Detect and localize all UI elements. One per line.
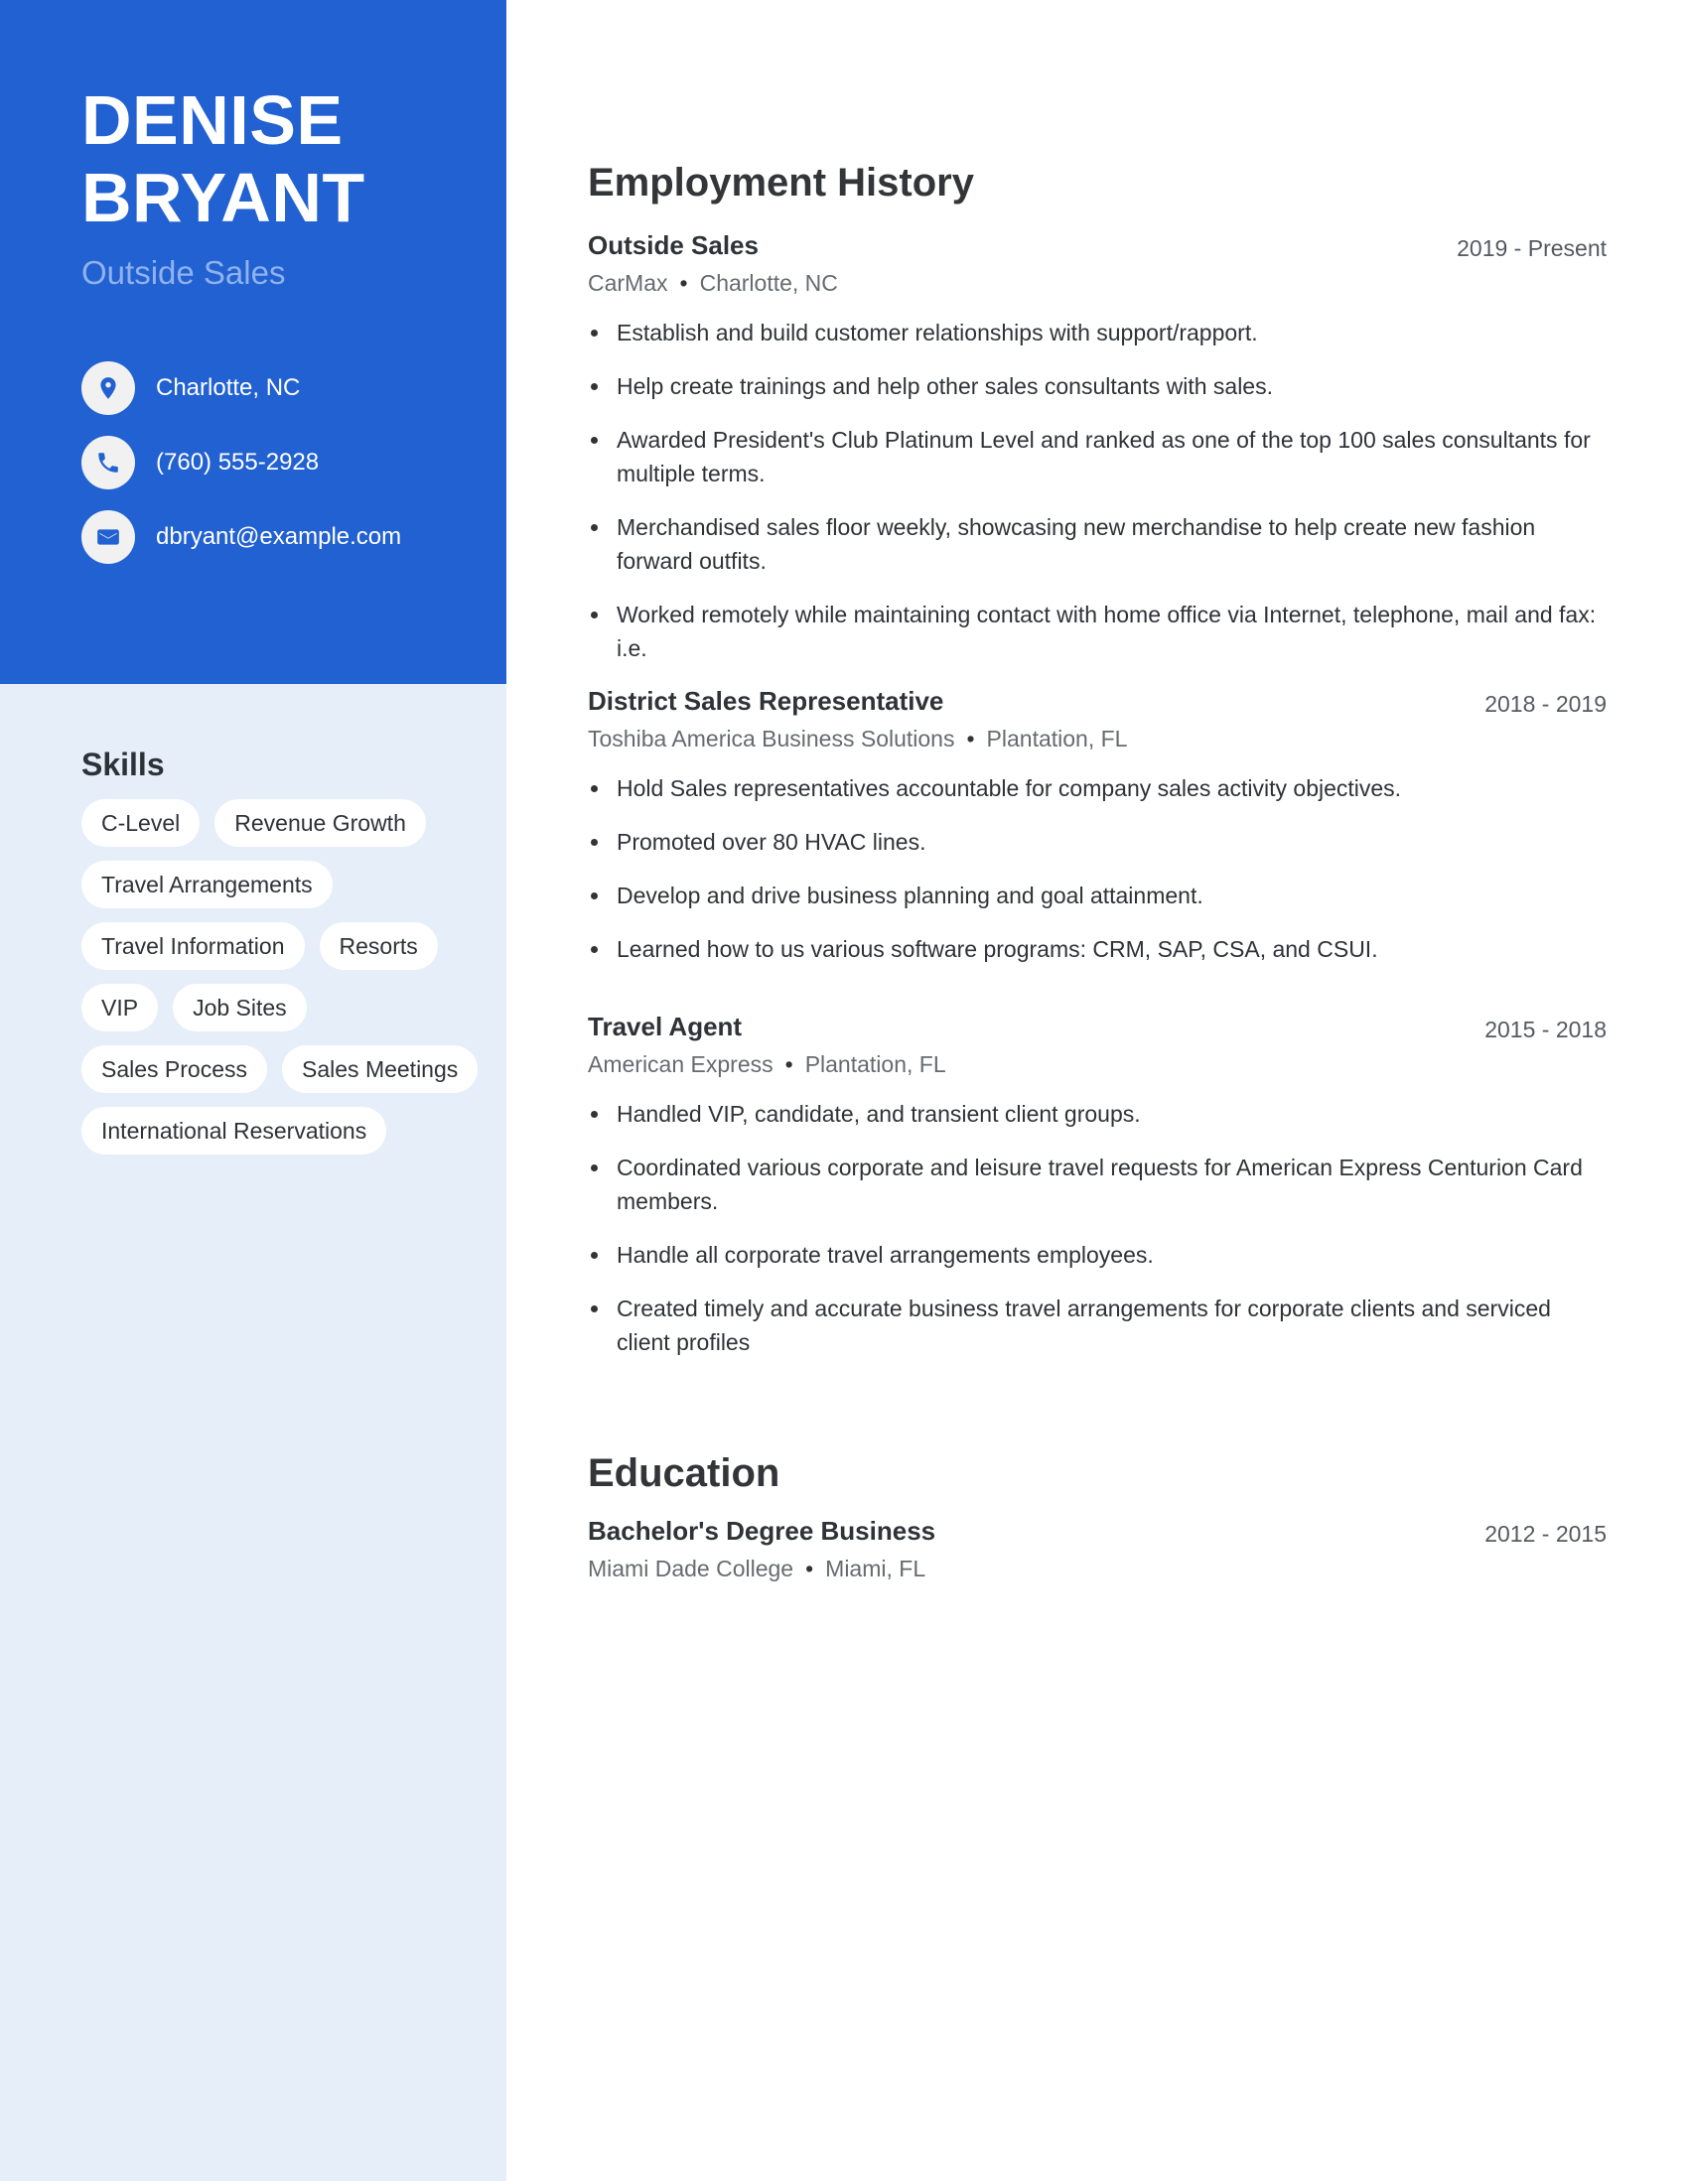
bullet-item: Handle all corporate travel arrangements…	[588, 1238, 1607, 1272]
job-header: Travel Agent 2015 - 2018	[588, 1010, 1607, 1043]
school-name: Miami Dade College	[588, 1556, 794, 1581]
sidebar: DENISE BRYANT Outside Sales Charlotte, N…	[0, 0, 506, 2181]
contact-phone: (760) 555-2928	[81, 436, 401, 489]
map-pin-icon	[81, 361, 135, 415]
job-role: Outside Sales	[81, 254, 286, 291]
bullet-item: Created timely and accurate business tra…	[588, 1292, 1607, 1359]
candidate-name: DENISE BRYANT	[81, 81, 365, 236]
job-company: American Express	[588, 1051, 774, 1077]
skill-chip: International Reservations	[81, 1107, 387, 1155]
separator-dot: •	[784, 1051, 793, 1077]
job-header: District Sales Representative 2018 - 201…	[588, 684, 1607, 718]
job-bullets: Establish and build customer relationshi…	[588, 316, 1607, 665]
education-entry: Bachelor's Degree Business 2012 - 2015 M…	[588, 1514, 1607, 1585]
job-entry: District Sales Representative 2018 - 201…	[588, 684, 1607, 986]
job-dates: 2019 - Present	[1457, 235, 1607, 261]
email-text[interactable]: dbryant@example.com	[156, 522, 401, 552]
bullet-item: Promoted over 80 HVAC lines.	[588, 825, 1607, 859]
job-company: Toshiba America Business Solutions	[588, 726, 955, 751]
location-text: Charlotte, NC	[156, 374, 301, 401]
bullet-item: Help create trainings and help other sal…	[588, 369, 1607, 403]
phone-text[interactable]: (760) 555-2928	[156, 448, 319, 478]
sidebar-header: DENISE BRYANT Outside Sales Charlotte, N…	[0, 0, 506, 684]
bullet-item: Hold Sales representatives accountable f…	[588, 771, 1607, 805]
job-location: Charlotte, NC	[699, 270, 838, 296]
skill-chip: Sales Process	[81, 1045, 268, 1093]
job-bullets: Handled VIP, candidate, and transient cl…	[588, 1097, 1607, 1359]
first-name: DENISE	[81, 81, 344, 159]
skills-list: C-Level Revenue Growth Travel Arrangemen…	[81, 799, 479, 1155]
skill-chip: C-Level	[81, 799, 201, 847]
contact-email: dbryant@example.com	[81, 510, 401, 564]
separator-dot: •	[805, 1556, 814, 1581]
contact-list: Charlotte, NC (760) 555-2928 dbryant@exa…	[81, 361, 401, 585]
degree-title: Bachelor's Degree Business	[588, 1516, 936, 1546]
job-meta: American Express • Plantation, FL	[588, 1047, 1607, 1081]
bullet-item: Merchandised sales floor weekly, showcas…	[588, 510, 1607, 578]
job-meta: CarMax • Charlotte, NC	[588, 266, 1607, 300]
skills-heading: Skills	[81, 747, 165, 782]
education-meta: Miami Dade College • Miami, FL	[588, 1552, 1607, 1585]
job-location: Plantation, FL	[804, 1051, 946, 1077]
skill-chip: Sales Meetings	[282, 1045, 479, 1093]
bullet-item: Establish and build customer relationshi…	[588, 316, 1607, 349]
job-entry: Travel Agent 2015 - 2018 American Expres…	[588, 1010, 1607, 1379]
skill-chip: Revenue Growth	[214, 799, 426, 847]
phone-icon	[81, 436, 135, 489]
job-location: Plantation, FL	[986, 726, 1128, 751]
separator-dot: •	[679, 270, 688, 296]
bullet-item: Learned how to us various software progr…	[588, 932, 1607, 966]
education-dates: 2012 - 2015	[1484, 1521, 1607, 1547]
job-entry: Outside Sales 2019 - Present CarMax • Char…	[588, 228, 1607, 685]
job-bullets: Hold Sales representatives accountable f…	[588, 771, 1607, 966]
last-name: BRYANT	[81, 159, 365, 236]
skill-chip: Travel Information	[81, 922, 305, 970]
employment-heading: Employment History	[588, 161, 974, 205]
job-title: District Sales Representative	[588, 686, 944, 716]
job-header: Outside Sales 2019 - Present	[588, 228, 1607, 262]
skill-chip: Job Sites	[173, 984, 307, 1031]
bullet-item: Coordinated various corporate and leisur…	[588, 1151, 1607, 1218]
job-meta: Toshiba America Business Solutions • Plant…	[588, 722, 1607, 755]
bullet-item: Develop and drive business planning and …	[588, 879, 1607, 912]
job-dates: 2015 - 2018	[1484, 1017, 1607, 1042]
job-company: CarMax	[588, 270, 668, 296]
education-header: Bachelor's Degree Business 2012 - 2015	[588, 1514, 1607, 1548]
skill-chip: Resorts	[319, 922, 438, 970]
skill-chip: Travel Arrangements	[81, 861, 333, 908]
job-dates: 2018 - 2019	[1484, 691, 1607, 717]
job-title: Outside Sales	[588, 230, 759, 260]
bullet-item: Worked remotely while maintaining contac…	[588, 598, 1607, 665]
job-title: Travel Agent	[588, 1012, 743, 1041]
school-location: Miami, FL	[825, 1556, 926, 1581]
contact-location: Charlotte, NC	[81, 361, 401, 415]
skill-chip: VIP	[81, 984, 159, 1031]
bullet-item: Handled VIP, candidate, and transient cl…	[588, 1097, 1607, 1131]
mail-icon	[81, 510, 135, 564]
bullet-item: Awarded President's Club Platinum Level …	[588, 423, 1607, 490]
education-heading: Education	[588, 1451, 780, 1495]
separator-dot: •	[966, 726, 975, 751]
